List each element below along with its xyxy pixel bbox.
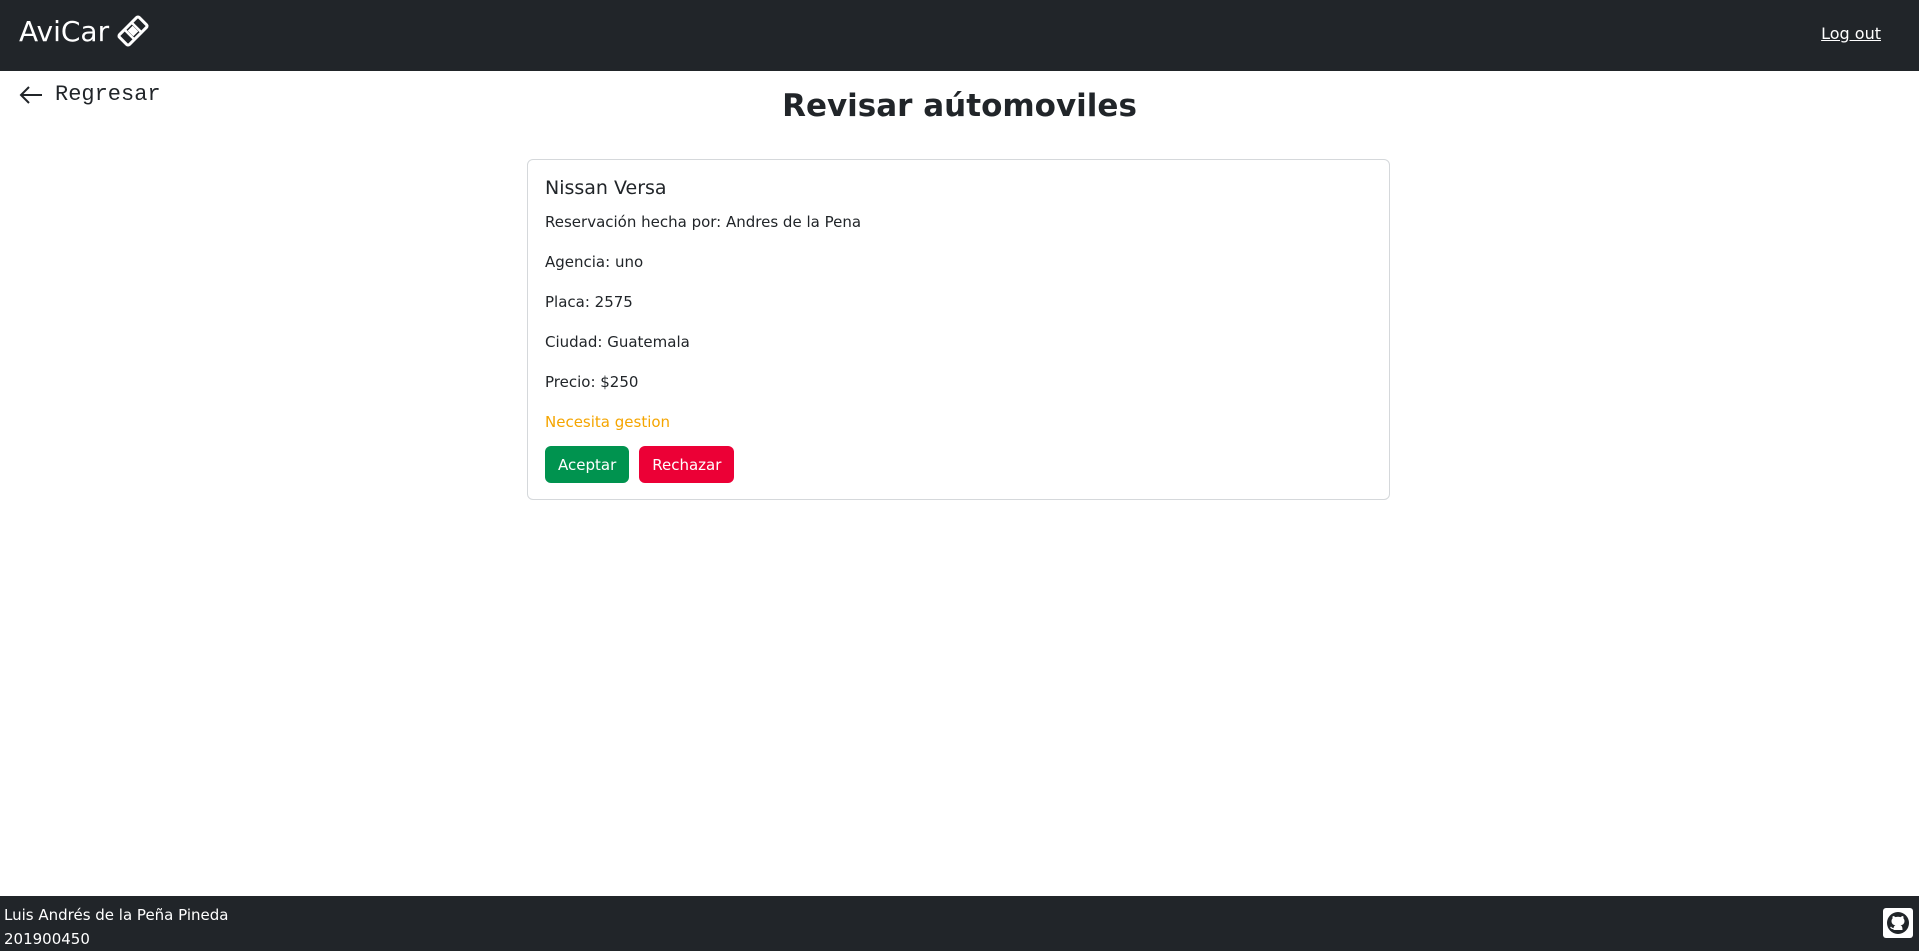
reject-button[interactable]: Rechazar: [639, 446, 735, 483]
brand-link[interactable]: AviCar: [19, 13, 151, 49]
reservation-card: Nissan Versa Reservación hecha por: Andr…: [527, 159, 1390, 500]
city-text: Ciudad: Guatemala: [545, 333, 690, 351]
navbar: AviCar Log out: [0, 0, 1919, 71]
card-body: Nissan Versa Reservación hecha por: Andr…: [545, 176, 861, 483]
action-buttons: Aceptar Rechazar: [545, 446, 861, 483]
brand-name: AviCar: [19, 14, 110, 48]
car-name: Nissan Versa: [545, 177, 667, 199]
footer-student-id: 201900450: [4, 930, 90, 948]
status-text: Necesita gestion: [545, 413, 671, 431]
logout-link[interactable]: Log out: [1821, 24, 1881, 43]
accept-button[interactable]: Aceptar: [545, 446, 630, 483]
github-icon[interactable]: [1883, 908, 1913, 938]
agency-text: Agencia: uno: [545, 253, 644, 271]
reserved-by-text: Reservación hecha por: Andres de la Pena: [545, 213, 862, 231]
ticket-icon: [117, 15, 149, 47]
page-title: Revisar aútomoviles: [782, 88, 1137, 124]
footer: Luis Andrés de la Peña Pineda 201900450: [0, 896, 1919, 951]
footer-author: Luis Andrés de la Peña Pineda: [4, 906, 229, 924]
plate-text: Placa: 2575: [545, 293, 633, 311]
price-text: Precio: $250: [545, 373, 639, 391]
